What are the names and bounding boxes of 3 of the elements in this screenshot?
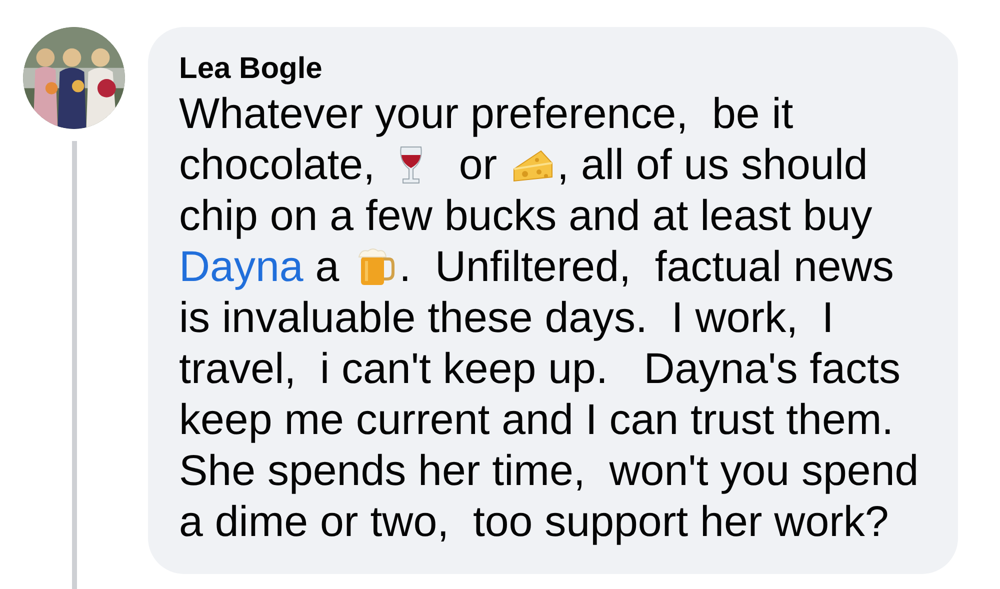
- mention-link[interactable]: Dayna: [179, 243, 304, 291]
- comment-author[interactable]: Lea Bogle: [179, 49, 934, 89]
- comment-text: Whatever your preference, be it chocolate, or , all of us should chip on a few bucks and at least buy Dayna a . Unfiltered, factual news is invaluable these days. I work, I travel, i can't keep up. Dayna's facts keep me current and I can trust them. She spends her time, won't you spend a dime or two, too support her work?: [179, 89, 920, 548]
